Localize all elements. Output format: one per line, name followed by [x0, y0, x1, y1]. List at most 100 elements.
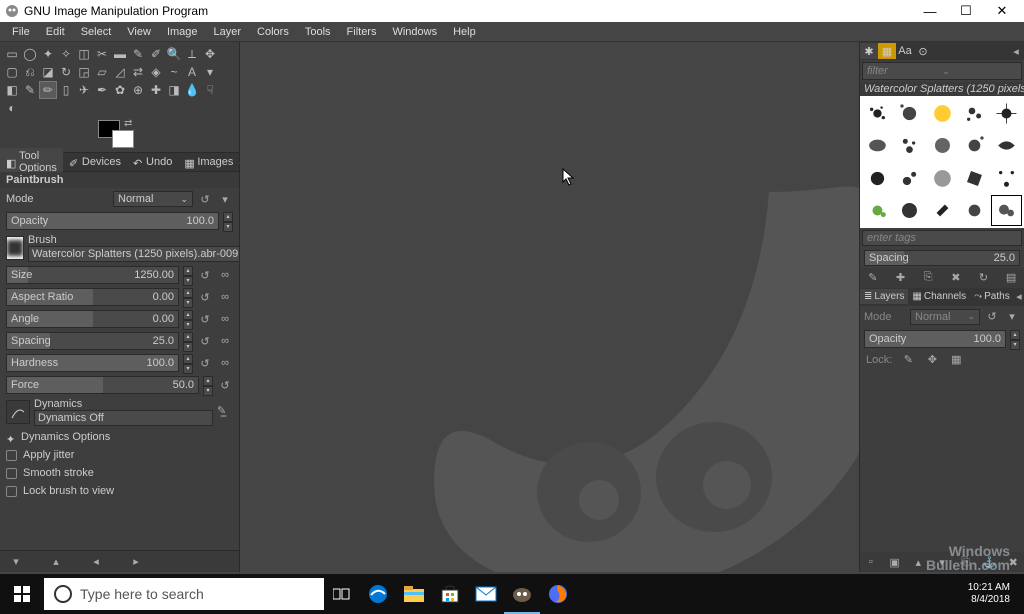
hardness-reset-icon[interactable]: ↺ [197, 355, 213, 371]
taskbar-explorer-icon[interactable] [396, 574, 432, 614]
tab-layers[interactable]: ≣Layers [860, 289, 908, 304]
start-button[interactable] [0, 574, 44, 614]
brush-filter-input[interactable]: filter ⌄ [862, 62, 1022, 80]
tool-rect-select[interactable]: ▭ [4, 46, 20, 62]
brush-item[interactable] [991, 130, 1022, 161]
duplicate-brush-icon[interactable]: ⎘ [920, 270, 936, 286]
tool-scissors[interactable]: ✂ [94, 46, 110, 62]
dynamics-thumbnail[interactable] [6, 400, 30, 424]
menu-view[interactable]: View [119, 24, 159, 40]
layer-mode-menu-icon[interactable]: ▾ [1004, 309, 1020, 325]
taskbar-mail-icon[interactable] [468, 574, 504, 614]
mode-menu-icon[interactable]: ▾ [217, 191, 233, 207]
tab-undo[interactable]: ↶Undo [127, 154, 178, 170]
opacity-stepper[interactable]: ▴▾ [223, 212, 233, 230]
tool-airbrush[interactable]: ✈ [76, 82, 92, 98]
menu-help[interactable]: Help [445, 24, 484, 40]
tool-dodge[interactable]: ◐ [4, 100, 20, 116]
tool-rotate[interactable]: ↻ [58, 64, 74, 80]
tool-scale[interactable]: ◲ [76, 64, 92, 80]
aspect-slider[interactable]: Aspect Ratio 0.00 [6, 288, 179, 306]
tool-fuzzy-select[interactable]: ✧ [58, 46, 74, 62]
lock-brush-checkbox[interactable] [6, 486, 17, 497]
brush-item[interactable] [862, 98, 893, 129]
dynamics-edit-icon[interactable]: ✎̲ [217, 404, 233, 420]
size-stepper[interactable]: ▴▾ [183, 266, 193, 284]
apply-jitter-row[interactable]: Apply jitter [0, 446, 239, 464]
brush-item[interactable] [926, 130, 957, 161]
swap-colors-icon[interactable]: ⇄ [124, 118, 132, 129]
save-preset-icon[interactable]: ▾ [8, 554, 24, 570]
tool-gradient[interactable]: ◧ [4, 82, 20, 98]
lock-position-icon[interactable]: ✥ [924, 352, 940, 368]
menu-colors[interactable]: Colors [249, 24, 297, 40]
tool-flip[interactable]: ⇄ [130, 64, 146, 80]
tool-paintbrush[interactable]: ✏ [40, 82, 56, 98]
tool-crop[interactable]: ⎌ [22, 64, 38, 80]
spacing-link-icon[interactable]: ∞ [217, 333, 233, 349]
layers-list[interactable] [860, 370, 1024, 552]
hardness-link-icon[interactable]: ∞ [217, 355, 233, 371]
layers-tab-menu[interactable]: ◂ [1014, 290, 1024, 303]
tool-eraser[interactable]: ▯ [58, 82, 74, 98]
menu-select[interactable]: Select [73, 24, 120, 40]
brush-item[interactable] [926, 98, 957, 129]
menu-edit[interactable]: Edit [38, 24, 73, 40]
maximize-button[interactable]: ☐ [948, 3, 984, 19]
brush-grid[interactable] [860, 96, 1024, 228]
taskbar-store-icon[interactable] [432, 574, 468, 614]
canvas[interactable] [240, 42, 859, 572]
hardness-stepper[interactable]: ▴▾ [183, 354, 193, 372]
smooth-stroke-row[interactable]: Smooth stroke [0, 464, 239, 482]
tool-perspective[interactable]: ◿ [112, 64, 128, 80]
tool-foreground[interactable]: ▬ [112, 46, 128, 62]
aspect-link-icon[interactable]: ∞ [217, 289, 233, 305]
tool-mypaint[interactable]: ✿ [112, 82, 128, 98]
brush-item[interactable] [894, 195, 925, 226]
brush-item[interactable] [894, 98, 925, 129]
tool-perspective-clone[interactable]: ◨ [166, 82, 182, 98]
tool-text[interactable]: A [184, 64, 200, 80]
tool-ellipse-select[interactable]: ◯ [22, 46, 38, 62]
tool-color-picker[interactable]: ✐ [148, 46, 164, 62]
tab-images[interactable]: ▦Images [178, 154, 239, 170]
brush-item-selected[interactable] [991, 195, 1022, 226]
menu-tools[interactable]: Tools [297, 24, 339, 40]
brush-spacing-slider[interactable]: Spacing 25.0 [864, 250, 1020, 266]
smooth-stroke-checkbox[interactable] [6, 468, 17, 479]
angle-link-icon[interactable]: ∞ [217, 311, 233, 327]
background-color[interactable] [112, 130, 134, 148]
menu-file[interactable]: File [4, 24, 38, 40]
brush-item[interactable] [959, 195, 990, 226]
tool-measure[interactable]: ⟂ [184, 46, 200, 62]
dynamics-value[interactable]: Dynamics Off [34, 410, 213, 426]
tool-warp[interactable]: ~ [166, 64, 182, 80]
delete-preset-icon[interactable]: ◂ [88, 554, 104, 570]
brush-item[interactable] [959, 162, 990, 193]
spacing-slider[interactable]: Spacing 25.0 [6, 332, 179, 350]
layer-opacity-slider[interactable]: Opacity 100.0 [864, 330, 1006, 348]
tool-cage[interactable]: ◈ [148, 64, 164, 80]
menu-filters[interactable]: Filters [339, 24, 385, 40]
brush-item[interactable] [959, 130, 990, 161]
tool-heal[interactable]: ✚ [148, 82, 164, 98]
lock-alpha-icon[interactable]: ▦ [948, 352, 964, 368]
brush-item[interactable] [926, 195, 957, 226]
force-stepper[interactable]: ▴▾ [203, 376, 213, 394]
brush-item[interactable] [991, 98, 1022, 129]
layer-up-icon[interactable]: ▴ [911, 554, 925, 570]
angle-stepper[interactable]: ▴▾ [183, 310, 193, 328]
layer-mode-dropdown[interactable]: Normal⌄ [910, 309, 980, 325]
tool-zoom[interactable]: 🔍 [166, 46, 182, 62]
brush-item[interactable] [862, 130, 893, 161]
tab-patterns[interactable]: ▦ [878, 43, 896, 59]
tool-transform[interactable]: ◪ [40, 64, 56, 80]
tool-smudge[interactable]: ☟ [202, 82, 218, 98]
edit-brush-icon[interactable]: ✎ [865, 270, 881, 286]
minimize-button[interactable]: — [912, 4, 948, 19]
mode-dropdown[interactable]: Normal⌄ [113, 191, 193, 207]
spacing-reset-icon[interactable]: ↺ [197, 333, 213, 349]
brush-name[interactable]: Watercolor Splatters (1250 pixels).abr-0… [28, 246, 239, 262]
tool-align[interactable]: ▢ [4, 64, 20, 80]
taskbar-search[interactable]: Type here to search [44, 578, 324, 610]
